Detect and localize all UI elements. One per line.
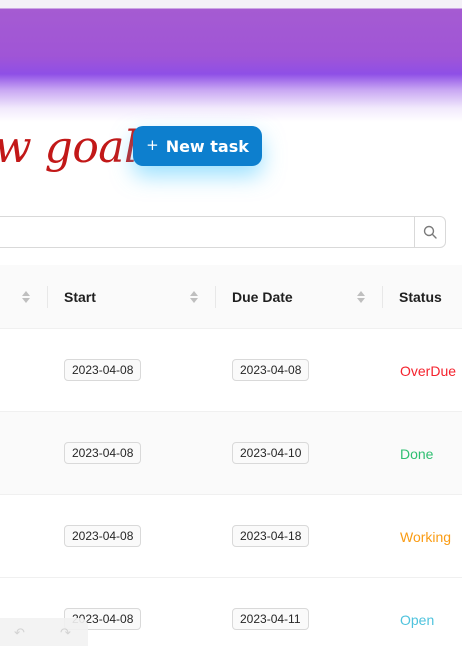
search-input[interactable]	[0, 216, 415, 248]
table-row[interactable]: 2023-04-08 2023-04-18 Working	[0, 495, 462, 578]
column-header-status[interactable]: Status	[399, 265, 442, 329]
due-date-tag: 2023-04-18	[232, 525, 310, 547]
plus-icon: +	[146, 135, 159, 154]
start-date-tag: 2023-04-08	[64, 359, 142, 381]
table-row[interactable]: 2023-04-08 2023-04-10 Done	[0, 412, 462, 495]
sort-icon[interactable]	[21, 290, 31, 304]
header-banner	[0, 0, 462, 122]
goal-title: w goal	[0, 122, 138, 173]
status-label: Done	[400, 446, 434, 462]
table-header: Start Due Date Status	[0, 265, 462, 329]
column-header-start[interactable]: Start	[64, 265, 96, 329]
floating-toolbar: ↶ ↷	[0, 618, 88, 646]
new-task-button[interactable]: + New task	[133, 126, 262, 166]
redo-icon[interactable]: ↷	[60, 625, 71, 641]
new-task-label: New task	[165, 136, 249, 156]
undo-icon[interactable]: ↶	[14, 625, 25, 641]
search-button[interactable]	[414, 216, 446, 248]
start-date-tag: 2023-04-08	[64, 525, 142, 547]
due-date-tag: 2023-04-10	[232, 442, 310, 464]
column-header-due-date[interactable]: Due Date	[232, 265, 293, 329]
column-divider	[47, 286, 48, 308]
start-date-tag: 2023-04-08	[64, 442, 142, 464]
due-date-tag: 2023-04-11	[232, 608, 309, 630]
tasks-table: Start Due Date Status 2023-04-08 2023-04…	[0, 265, 462, 646]
column-divider	[215, 286, 216, 308]
search-icon	[423, 225, 437, 239]
due-date-tag: 2023-04-08	[232, 359, 310, 381]
status-label: Open	[400, 612, 435, 628]
column-divider	[382, 286, 383, 308]
sort-icon[interactable]	[356, 290, 366, 304]
status-label: Working	[400, 529, 452, 545]
table-row[interactable]: 2023-04-08 2023-04-08 OverDue	[0, 329, 462, 412]
sort-icon[interactable]	[189, 290, 199, 304]
status-label: OverDue	[400, 363, 457, 379]
